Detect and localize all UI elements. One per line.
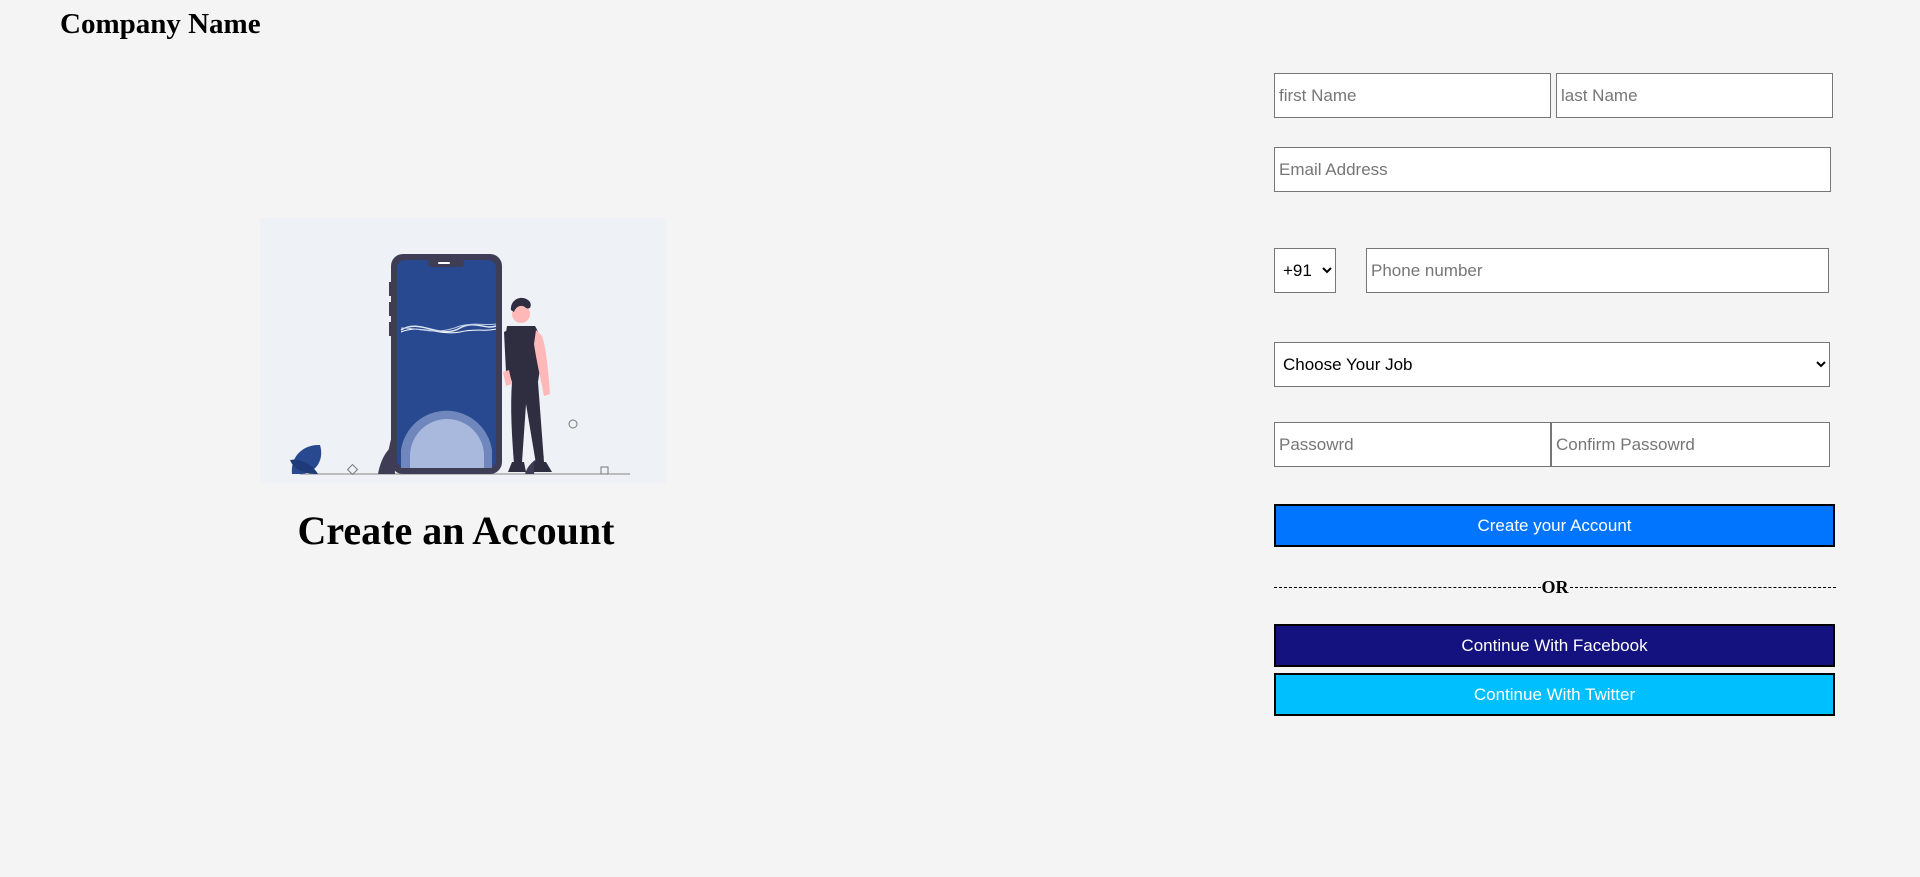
or-label: OR: [1541, 576, 1569, 597]
company-name: Company Name: [60, 8, 261, 40]
password-field[interactable]: [1274, 422, 1551, 467]
signup-illustration: [260, 218, 666, 483]
last-name-field[interactable]: [1556, 73, 1833, 118]
confirm-password-field[interactable]: [1551, 422, 1830, 467]
first-name-field[interactable]: [1274, 73, 1551, 118]
email-field[interactable]: [1274, 147, 1831, 192]
create-account-button[interactable]: Create your Account: [1274, 504, 1835, 547]
phone-field[interactable]: [1366, 248, 1829, 293]
or-divider: OR: [1274, 574, 1836, 600]
divider-line-left: [1274, 586, 1541, 588]
job-select[interactable]: Choose Your Job: [1274, 342, 1830, 387]
facebook-login-button[interactable]: Continue With Facebook: [1274, 624, 1835, 667]
twitter-login-button[interactable]: Continue With Twitter: [1274, 673, 1835, 716]
country-code-select[interactable]: +91: [1274, 248, 1336, 293]
page-title: Create an Account: [297, 508, 615, 553]
divider-line-right: [1569, 586, 1836, 588]
